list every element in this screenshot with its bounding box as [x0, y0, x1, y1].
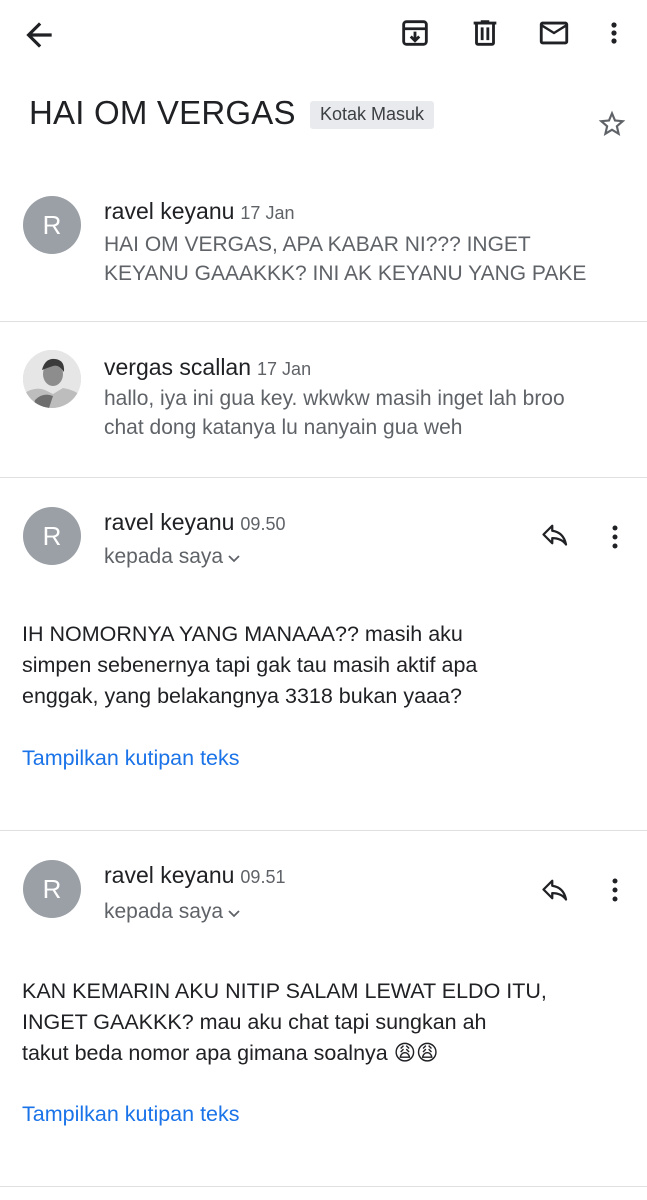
snippet-line: chat dong katanya lu nanyain gua weh [104, 416, 463, 439]
message-expanded-4: R ravel keyanu 09.51 kepada saya KAN KEMA… [0, 831, 647, 1183]
mark-unread-button[interactable] [536, 16, 572, 50]
snippet-line: KEYANU GAAAKKK? INI AK KEYANU YANG PAKE [104, 262, 587, 285]
divider [0, 1186, 647, 1187]
sender-line: vergas scallan 17 Jan [104, 354, 311, 381]
sender-avatar[interactable]: R [23, 860, 81, 918]
message-expanded-3: R ravel keyanu 09.50 kepada saya IH NOMOR… [0, 478, 647, 830]
message-time: 09.50 [240, 514, 286, 534]
more-options-button[interactable] [602, 16, 626, 50]
message-snippet: HAI OM VERGAS, APA KABAR NI??? INGET KEY… [104, 230, 586, 288]
chevron-down-icon [228, 910, 240, 918]
reply-icon [542, 879, 568, 901]
message-body: KAN KEMARIN AKU NITIP SALAM LEWAT ELDO I… [22, 976, 547, 1069]
back-button[interactable] [20, 16, 58, 54]
message-snippet: hallo, iya ini gua key. wkwkw masih inge… [104, 384, 565, 442]
more-vert-icon [612, 525, 618, 549]
star-button[interactable] [596, 108, 628, 140]
message-collapsed-2[interactable]: vergas scallan 17 Jan hallo, iya ini gua … [0, 322, 647, 476]
sender-avatar-photo[interactable] [23, 350, 81, 408]
snippet-line: hallo, iya ini gua key. wkwkw masih inge… [104, 387, 565, 410]
sender-avatar[interactable]: R [23, 196, 81, 254]
archive-icon [402, 20, 428, 46]
inbox-label-chip[interactable]: Kotak Masuk [310, 101, 435, 129]
message-time: 09.51 [240, 867, 286, 887]
sender-name: ravel keyanu [104, 198, 235, 224]
reply-icon [542, 524, 568, 546]
show-quoted-text-link[interactable]: Tampilkan kutipan teks [22, 746, 240, 771]
show-quoted-text-link[interactable]: Tampilkan kutipan teks [22, 1102, 240, 1127]
body-line: enggak, yang belakangnya 3318 bukan yaaa… [22, 684, 462, 708]
delete-button[interactable] [468, 16, 502, 50]
recipient-label: kepada saya [104, 900, 224, 923]
recipient-label: kepada saya [104, 545, 224, 568]
sender-line: ravel keyanu 17 Jan [104, 198, 294, 225]
body-line: IH NOMORNYA YANG MANAAA?? masih aku [22, 622, 463, 646]
arrow-back-icon [26, 22, 52, 48]
sender-name: vergas scallan [104, 354, 252, 380]
body-line: simpen sebenernya tapi gak tau masih akt… [22, 653, 478, 677]
sender-line: ravel keyanu 09.51 [104, 862, 285, 889]
message-time: 17 Jan [240, 203, 295, 223]
chevron-down-icon [228, 555, 240, 563]
message-body: IH NOMORNYA YANG MANAAA?? masih aku simp… [22, 619, 477, 712]
sender-line: ravel keyanu 09.50 [104, 509, 285, 536]
body-line: KAN KEMARIN AKU NITIP SALAM LEWAT ELDO I… [22, 979, 547, 1003]
archive-button[interactable] [398, 16, 432, 50]
sender-name: ravel keyanu [104, 862, 235, 888]
message-collapsed-1[interactable]: R ravel keyanu 17 Jan HAI OM VERGAS, APA … [0, 180, 647, 320]
reply-button[interactable] [541, 524, 571, 550]
more-vert-icon [612, 878, 618, 902]
sender-avatar[interactable]: R [23, 507, 81, 565]
body-line: takut beda nomor apa gimana soalnya 😩😩 [22, 1041, 439, 1065]
body-line: INGET GAAKKK? mau aku chat tapi sungkan … [22, 1010, 487, 1034]
reply-button[interactable] [541, 879, 571, 905]
star-outline-icon [598, 110, 626, 136]
recipient-toggle[interactable]: kepada saya [104, 545, 241, 569]
profile-photo-icon [23, 350, 81, 408]
trash-icon [473, 20, 497, 46]
thread-subject: HAI OM VERGAS [29, 94, 296, 131]
recipient-toggle[interactable]: kepada saya [104, 900, 241, 924]
message-more-button[interactable] [605, 875, 625, 905]
sender-name: ravel keyanu [104, 509, 235, 535]
message-more-button[interactable] [605, 522, 625, 552]
message-time: 17 Jan [257, 359, 312, 379]
mail-icon [539, 21, 569, 45]
snippet-line: HAI OM VERGAS, APA KABAR NI??? INGET [104, 233, 531, 256]
more-vert-icon [611, 22, 617, 44]
